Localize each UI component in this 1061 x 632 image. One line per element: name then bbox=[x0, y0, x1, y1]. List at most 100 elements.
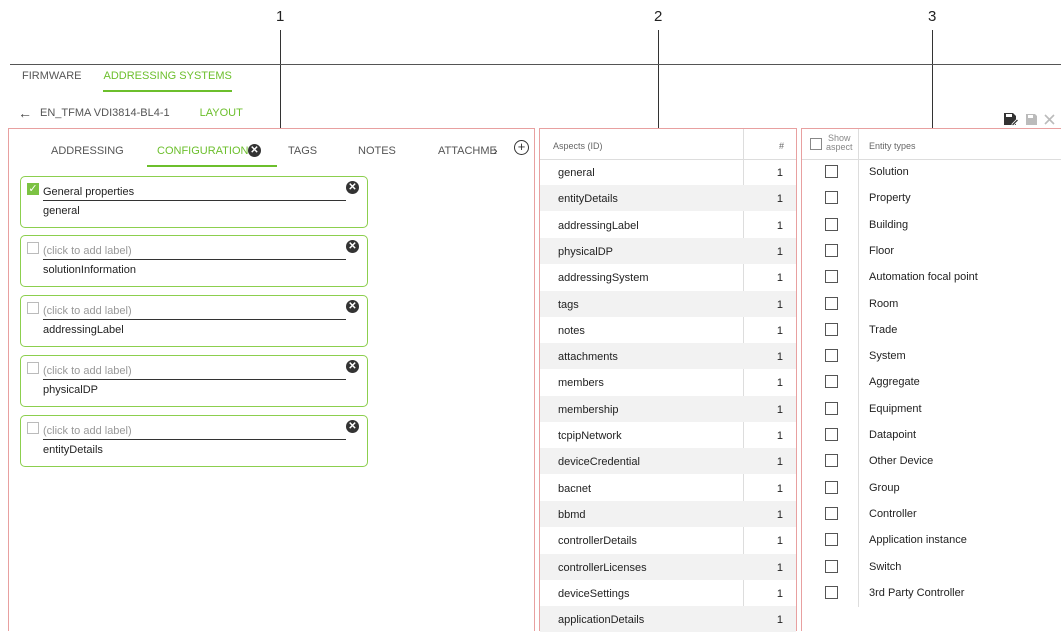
close-tab-icon[interactable]: ✕ bbox=[248, 144, 261, 157]
card-label[interactable]: (click to add label) bbox=[43, 305, 132, 317]
show-aspect-checkbox[interactable] bbox=[825, 165, 838, 178]
callout-line-2 bbox=[658, 30, 659, 138]
aspect-card[interactable]: (click to add label) addressingLabel ✕ bbox=[20, 295, 368, 347]
remove-card-icon[interactable]: ✕ bbox=[346, 240, 359, 253]
show-aspect-checkbox[interactable] bbox=[825, 191, 838, 205]
show-aspect-checkbox[interactable] bbox=[825, 217, 838, 231]
table-row[interactable]: notes 1 bbox=[540, 317, 796, 343]
table-row[interactable]: addressingLabel 1 bbox=[540, 212, 796, 238]
table-row[interactable]: Datapoint bbox=[802, 422, 1061, 448]
tab-tags[interactable]: TAGS bbox=[288, 145, 317, 157]
entity-type-name: Building bbox=[869, 218, 909, 231]
aspect-count: 1 bbox=[776, 587, 783, 600]
table-row[interactable]: deviceSettings 1 bbox=[540, 580, 796, 606]
table-row[interactable]: Other Device bbox=[802, 448, 1061, 474]
table-row[interactable]: controllerLicenses 1 bbox=[540, 553, 796, 580]
save-edit-icon[interactable] bbox=[1003, 112, 1019, 126]
table-row[interactable]: Room bbox=[802, 291, 1061, 317]
table-row[interactable]: attachments 1 bbox=[540, 343, 796, 370]
chevron-right-icon[interactable]: › bbox=[493, 142, 498, 158]
table-row[interactable]: tags 1 bbox=[540, 290, 796, 317]
show-aspect-checkbox[interactable] bbox=[825, 375, 838, 389]
remove-card-icon[interactable]: ✕ bbox=[346, 360, 359, 373]
table-row[interactable]: Automation focal point bbox=[802, 264, 1061, 290]
tab-addressing-systems[interactable]: ADDRESSING SYSTEMS bbox=[103, 70, 232, 92]
table-row[interactable]: Equipment bbox=[802, 396, 1061, 422]
show-aspect-checkbox[interactable] bbox=[825, 296, 838, 310]
table-row[interactable]: Switch bbox=[802, 554, 1061, 580]
show-aspect-checkbox[interactable] bbox=[825, 322, 838, 336]
card-checkbox[interactable] bbox=[27, 302, 39, 314]
table-row[interactable]: Solution bbox=[802, 159, 1061, 185]
show-aspect-checkbox[interactable] bbox=[825, 349, 838, 363]
table-row[interactable]: members 1 bbox=[540, 369, 796, 395]
card-checkbox[interactable] bbox=[27, 422, 39, 434]
show-aspect-checkbox[interactable] bbox=[825, 506, 838, 520]
table-row[interactable]: controllerDetails 1 bbox=[540, 527, 796, 553]
card-checkbox[interactable]: ✓ bbox=[27, 183, 39, 195]
table-row[interactable]: general 1 bbox=[540, 159, 796, 185]
entity-types-header[interactable]: Entity types bbox=[869, 141, 916, 151]
table-row[interactable]: entityDetails 1 bbox=[540, 185, 796, 212]
table-row[interactable]: Building bbox=[802, 212, 1061, 238]
show-aspect-checkbox[interactable] bbox=[825, 243, 838, 257]
tab-attachments[interactable]: ATTACHME bbox=[438, 145, 497, 157]
show-aspect-checkbox[interactable] bbox=[825, 480, 838, 494]
show-aspect-header: Show aspect bbox=[826, 133, 853, 152]
card-checkbox[interactable] bbox=[27, 362, 39, 374]
save-icon[interactable] bbox=[1025, 113, 1038, 126]
aspect-card[interactable]: ✓ General properties general ✕ bbox=[20, 176, 368, 228]
entity-type-name: 3rd Party Controller bbox=[869, 586, 965, 599]
table-row[interactable]: Property bbox=[802, 185, 1061, 211]
card-label[interactable]: (click to add label) bbox=[43, 245, 132, 257]
card-label-underline bbox=[43, 319, 346, 320]
table-row[interactable]: membership 1 bbox=[540, 395, 796, 422]
card-label[interactable]: (click to add label) bbox=[43, 365, 132, 377]
table-row[interactable]: 3rd Party Controller bbox=[802, 580, 1061, 606]
show-aspect-checkbox[interactable] bbox=[825, 559, 838, 573]
table-row[interactable]: bbmd 1 bbox=[540, 500, 796, 527]
table-row[interactable]: addressingSystem 1 bbox=[540, 264, 796, 290]
aspect-card[interactable]: (click to add label) entityDetails ✕ bbox=[20, 415, 368, 467]
tab-configuration[interactable]: CONFIGURATION bbox=[157, 145, 248, 157]
card-checkbox[interactable] bbox=[27, 242, 39, 254]
aspects-column-header[interactable]: Aspects (ID) bbox=[553, 141, 603, 151]
show-aspect-checkbox[interactable] bbox=[825, 585, 838, 599]
entity-type-name: System bbox=[869, 350, 906, 363]
breadcrumb-device[interactable]: EN_TFMA VDI3814-BL4-1 bbox=[40, 107, 170, 119]
remove-card-icon[interactable]: ✕ bbox=[346, 181, 359, 194]
table-row[interactable]: Floor bbox=[802, 238, 1061, 264]
table-row[interactable]: tcpipNetwork 1 bbox=[540, 422, 796, 448]
close-icon[interactable] bbox=[1044, 113, 1055, 125]
show-aspect-checkbox[interactable] bbox=[825, 401, 838, 415]
card-label[interactable]: General properties bbox=[43, 186, 134, 198]
tab-addressing[interactable]: ADDRESSING bbox=[51, 145, 124, 157]
table-row[interactable]: Trade bbox=[802, 317, 1061, 343]
table-row[interactable]: applicationDetails 1 bbox=[540, 606, 796, 632]
table-row[interactable]: System bbox=[802, 343, 1061, 369]
show-aspect-checkbox[interactable] bbox=[825, 270, 838, 284]
aspect-card[interactable]: (click to add label) physicalDP ✕ bbox=[20, 355, 368, 407]
card-label[interactable]: (click to add label) bbox=[43, 425, 132, 437]
table-row[interactable]: Aggregate bbox=[802, 369, 1061, 395]
back-arrow-icon[interactable]: ← bbox=[18, 106, 32, 120]
table-row[interactable]: physicalDP 1 bbox=[540, 237, 796, 264]
add-tab-icon[interactable]: + bbox=[514, 140, 529, 155]
count-column-header[interactable]: # bbox=[779, 141, 784, 151]
remove-card-icon[interactable]: ✕ bbox=[346, 300, 359, 313]
table-row[interactable]: Controller bbox=[802, 501, 1061, 527]
aspect-card[interactable]: (click to add label) solutionInformation… bbox=[20, 235, 368, 287]
tab-firmware[interactable]: FIRMWARE bbox=[22, 70, 81, 92]
tab-notes[interactable]: NOTES bbox=[358, 145, 396, 157]
aspect-name: controllerDetails bbox=[558, 535, 637, 548]
table-row[interactable]: bacnet 1 bbox=[540, 475, 796, 501]
table-row[interactable]: Group bbox=[802, 475, 1061, 501]
table-row[interactable]: Application instance bbox=[802, 527, 1061, 553]
remove-card-icon[interactable]: ✕ bbox=[346, 420, 359, 433]
table-row[interactable]: deviceCredential 1 bbox=[540, 448, 796, 475]
show-aspect-checkbox[interactable] bbox=[825, 533, 838, 547]
show-all-checkbox[interactable] bbox=[810, 138, 822, 150]
callout-number-2: 2 bbox=[654, 8, 663, 25]
show-aspect-checkbox[interactable] bbox=[825, 454, 838, 468]
show-aspect-checkbox[interactable] bbox=[825, 428, 838, 441]
